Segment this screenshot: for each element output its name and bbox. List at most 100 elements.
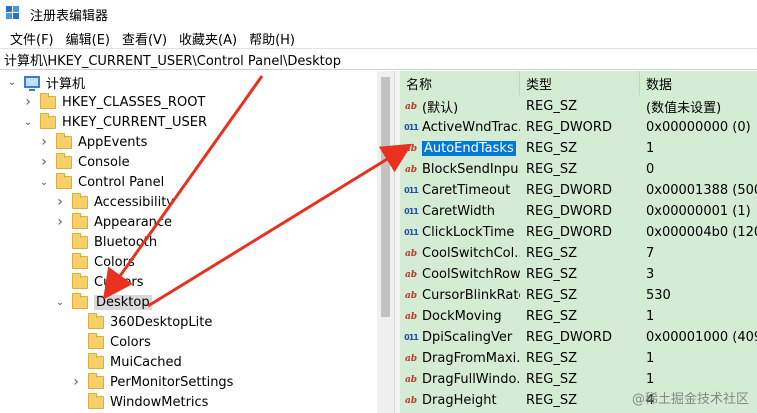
value-row[interactable]: ab DragFromMaxi... REG_SZ 1 — [400, 348, 757, 369]
address-bar[interactable]: 计算机\HKEY_CURRENT_USER\Control Panel\Desk… — [0, 48, 757, 70]
value-name-cell: 011 CaretWidth — [404, 201, 520, 222]
watermark: @稀土掘金技术社区 — [631, 392, 749, 407]
tree-item[interactable]: WindowMetrics — [70, 392, 208, 412]
value-row[interactable]: ab DragFullWindo... REG_SZ 1 — [400, 369, 757, 390]
value-type: REG_DWORD — [526, 204, 612, 219]
menu-edit[interactable]: 编辑(E) — [60, 29, 116, 48]
chevron-right-icon[interactable]: › — [70, 374, 82, 390]
tree-item[interactable]: Cursors — [54, 272, 144, 292]
value-data: 1 — [646, 351, 655, 366]
address-path[interactable]: 计算机\HKEY_CURRENT_USER\Control Panel\Desk… — [4, 50, 341, 69]
value-row[interactable]: ab CursorBlinkRate REG_SZ 530 — [400, 285, 757, 306]
tree-item-label: Appearance — [94, 214, 173, 230]
tree-item[interactable]: › Accessibility — [54, 192, 174, 212]
tree-item-label: Console — [78, 154, 130, 170]
folder-icon — [56, 172, 72, 189]
value-row[interactable]: 011DpiScalingVer REG_DWORD 0x00001000 (409… — [400, 327, 757, 348]
value-row[interactable]: 011 CaretWidth REG_DWORD 0x00000001 (1) — [400, 201, 757, 222]
value-name-cell: ab DockMoving — [404, 306, 520, 327]
folder-icon — [88, 332, 104, 349]
column-type-header[interactable]: 类型 — [520, 71, 640, 95]
dword-value-icon: 011 — [404, 185, 419, 195]
tree-item[interactable]: › Console — [38, 152, 130, 172]
value-name: CursorBlinkRate — [422, 288, 520, 303]
tree-item-label: HKEY_CLASSES_ROOT — [62, 94, 206, 110]
value-name-cell: ab DragFromMaxi... — [404, 348, 520, 369]
menu-file[interactable]: 文件(F) — [4, 29, 60, 48]
value-row[interactable]: ab CoolSwitchRows REG_SZ 3 — [400, 264, 757, 285]
regedit-app-icon — [6, 6, 22, 22]
value-name: AutoEndTasks — [422, 141, 516, 156]
column-name-header[interactable]: 名称 — [400, 71, 520, 95]
value-type: REG_SZ — [526, 99, 577, 114]
string-value-icon: ab — [404, 395, 418, 406]
value-name-cell: 011 CaretTimeout — [404, 180, 520, 201]
folder-icon — [40, 112, 56, 129]
value-type: REG_SZ — [526, 351, 577, 366]
tree-item[interactable]: › AppEvents — [38, 132, 147, 152]
value-row[interactable]: 011 ActiveWndTrac... REG_DWORD 0x00000000 (… — [400, 117, 757, 138]
value-row[interactable]: 011CaretTimeout REG_DWORD 0x00001388 (5000… — [400, 180, 757, 201]
tree-item[interactable]: ⌄ Desktop — [54, 292, 152, 312]
value-name-cell: 011 ActiveWndTrac... — [404, 117, 520, 138]
menu-help[interactable]: 帮助(H) — [243, 29, 301, 48]
menu-favorites[interactable]: 收藏夹(A) — [173, 29, 243, 48]
chevron-down-icon[interactable]: ⌄ — [54, 296, 66, 308]
chevron-right-icon[interactable]: › — [54, 214, 66, 230]
tree-item[interactable]: › HKEY_CLASSES_ROOT — [22, 92, 205, 112]
chevron-down-icon[interactable]: ⌄ — [22, 116, 34, 128]
value-row[interactable]: 011ClickLockTime REG_DWORD 0x000004b0 (120… — [400, 222, 757, 243]
chevron-down-icon[interactable]: ⌄ — [6, 76, 18, 88]
value-row[interactable]: ab DockMoving REG_SZ 1 — [400, 306, 757, 327]
value-type: REG_SZ — [526, 288, 577, 303]
value-row[interactable]: ab BlockSendInpu... REG_SZ 0 — [400, 159, 757, 180]
tree-item[interactable]: › Appearance — [54, 212, 172, 232]
tree-item[interactable]: Colors — [70, 332, 151, 352]
chevron-right-icon[interactable]: › — [38, 154, 50, 170]
column-data-header[interactable]: 数据 — [640, 71, 757, 95]
value-name: CoolSwitchCol... — [422, 246, 520, 261]
value-row[interactable]: ab CoolSwitchCol... REG_SZ 7 — [400, 243, 757, 264]
chevron-right-icon[interactable]: › — [22, 94, 34, 110]
tree-item[interactable]: › PerMonitorSettings — [70, 372, 233, 392]
value-row[interactable]: ab (默认) REG_SZ (数值未设置) — [400, 96, 757, 117]
folder-icon — [72, 292, 88, 309]
tree-scrollbar[interactable] — [377, 71, 394, 413]
tree-item[interactable]: MuiCached — [70, 352, 182, 372]
chevron-right-icon[interactable]: › — [54, 194, 66, 210]
tree-item-label: Control Panel — [78, 174, 165, 190]
dword-value-icon: 011 — [404, 332, 419, 342]
value-data: 0x00001388 (5000) — [646, 183, 757, 198]
string-value-icon: ab — [404, 143, 418, 154]
folder-icon — [72, 192, 88, 209]
tree-item[interactable]: Colors — [54, 252, 135, 272]
folder-icon — [56, 152, 72, 169]
value-name: CaretTimeout — [422, 183, 511, 198]
chevron-right-icon[interactable]: › — [38, 134, 50, 150]
value-name-cell: 011 ClickLockTime — [404, 222, 520, 243]
value-data: 0x00000001 (1) — [646, 204, 751, 219]
folder-icon — [72, 272, 88, 289]
computer-icon — [24, 76, 40, 91]
tree-item[interactable]: Bluetooth — [54, 232, 157, 252]
value-data: 0x00000000 (0) — [646, 120, 751, 135]
tree-item[interactable]: ⌄ HKEY_CURRENT_USER — [22, 112, 207, 132]
string-value-icon: ab — [404, 101, 418, 112]
tree-item[interactable]: ⌄ Control Panel — [38, 172, 164, 192]
key-tree-pane: ⌄ 计算机 › HKEY_CLASSES_ROOT ⌄ HKEY_CURRENT_USER… — [0, 71, 377, 413]
tree-item[interactable]: ⌄ 计算机 — [6, 72, 85, 92]
value-row[interactable]: ab AutoEndTasks REG_SZ 1 — [400, 138, 757, 159]
value-name: (默认) — [422, 101, 459, 116]
tree-item[interactable]: 360DesktopLite — [70, 312, 212, 332]
string-value-icon: ab — [404, 311, 418, 322]
value-type: REG_DWORD — [526, 183, 612, 198]
string-value-icon: ab — [404, 269, 418, 280]
menu-bar: 文件(F) 编辑(E) 查看(V) 收藏夹(A) 帮助(H) — [0, 28, 757, 48]
tree-scroll-thumb[interactable] — [381, 77, 390, 317]
menu-view[interactable]: 查看(V) — [116, 29, 173, 48]
chevron-down-icon[interactable]: ⌄ — [38, 176, 50, 188]
value-data: 1 — [646, 309, 655, 324]
